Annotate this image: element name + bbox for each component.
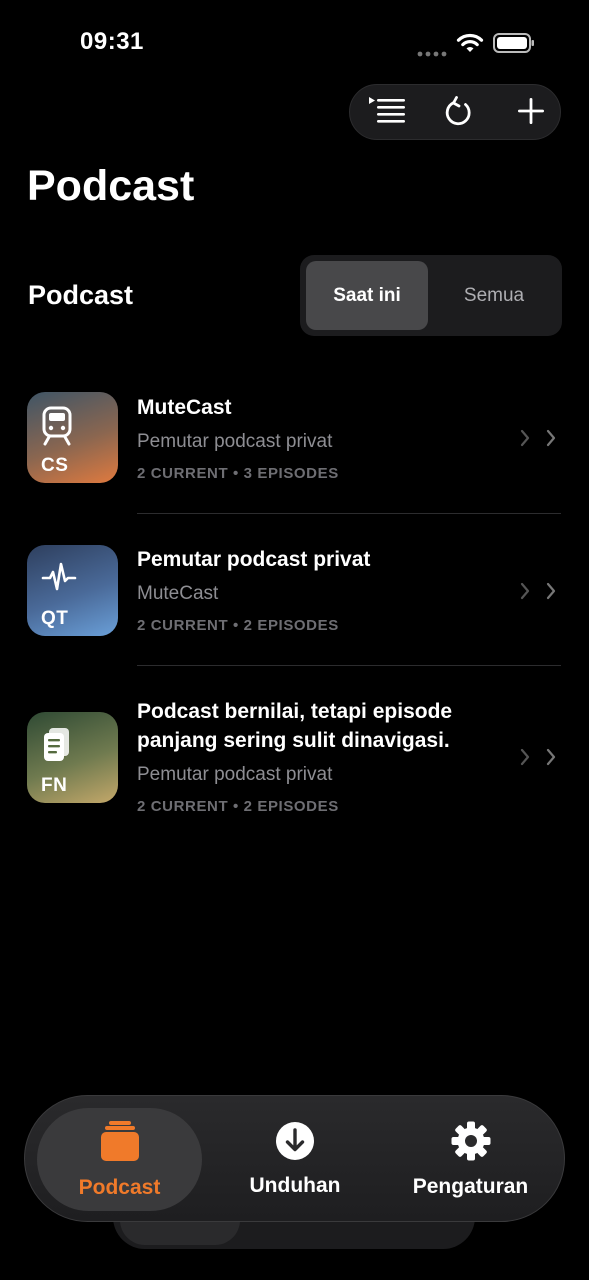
chevron-right-icon xyxy=(517,747,561,772)
podcast-title: Pemutar podcast privat xyxy=(137,548,371,571)
podcast-meta: 2 CURRENT • 2 EPISODES xyxy=(137,798,339,815)
status-time: 09:31 xyxy=(80,28,144,55)
playlist-icon xyxy=(367,95,407,132)
tab-label: Unduhan xyxy=(249,1174,341,1197)
podcast-meta: 2 CURRENT • 2 EPISODES xyxy=(137,617,339,634)
podcast-title: MuteCast xyxy=(137,396,232,419)
podcast-row[interactable]: QT Pemutar podcast privat MuteCast 2 CUR… xyxy=(0,532,589,664)
cellular-signal-icon xyxy=(417,44,449,62)
tab-podcast[interactable]: Podcast xyxy=(37,1108,202,1211)
podcast-subtitle: Pemutar podcast privat xyxy=(137,431,333,452)
chevron-right-icon xyxy=(517,428,561,453)
train-icon xyxy=(41,406,73,451)
document-icon xyxy=(41,726,73,769)
download-icon xyxy=(275,1121,315,1166)
gear-icon xyxy=(450,1120,492,1167)
tab-label: Podcast xyxy=(78,1176,161,1199)
add-podcast-button[interactable] xyxy=(496,85,566,141)
podcast-stack-icon xyxy=(99,1119,141,1168)
refresh-button[interactable] xyxy=(424,85,494,141)
tab-downloads[interactable]: Unduhan xyxy=(208,1108,382,1211)
tab-label: Pengaturan xyxy=(412,1175,529,1198)
tab-settings[interactable]: Pengaturan xyxy=(393,1108,548,1211)
page-title: Podcast xyxy=(27,162,195,210)
podcast-subtitle: MuteCast xyxy=(137,583,219,604)
podcast-meta: 2 CURRENT • 3 EPISODES xyxy=(137,465,339,482)
pulse-icon xyxy=(41,561,77,600)
podcast-artwork: FN xyxy=(27,712,118,803)
toolbar xyxy=(349,84,561,140)
podcast-artwork: CS xyxy=(27,392,118,483)
section-title: Podcast xyxy=(28,280,134,310)
queue-button[interactable] xyxy=(352,85,422,141)
divider xyxy=(137,665,561,666)
chevron-right-icon xyxy=(517,581,561,606)
filter-segmented-control: Saat ini Semua xyxy=(300,255,562,336)
wifi-icon xyxy=(456,32,484,59)
podcast-artwork: QT xyxy=(27,545,118,636)
tab-bar: Podcast Unduhan Pengaturan xyxy=(24,1095,565,1222)
refresh-icon xyxy=(444,95,474,132)
podcast-code: QT xyxy=(41,608,69,629)
podcast-row[interactable]: FN Podcast bernilai, tetapi episode panj… xyxy=(0,684,589,834)
plus-icon xyxy=(517,97,545,130)
segment-current[interactable]: Saat ini xyxy=(306,261,428,330)
podcast-code: FN xyxy=(41,775,68,796)
divider xyxy=(137,513,561,514)
podcast-subtitle: Pemutar podcast privat xyxy=(137,764,333,785)
podcast-row[interactable]: CS MuteCast Pemutar podcast privat 2 CUR… xyxy=(0,380,589,512)
podcast-title: Podcast bernilai, tetapi episode panjang… xyxy=(137,700,453,752)
segment-all[interactable]: Semua xyxy=(432,261,556,330)
podcast-code: CS xyxy=(41,455,69,476)
battery-icon xyxy=(493,33,535,58)
